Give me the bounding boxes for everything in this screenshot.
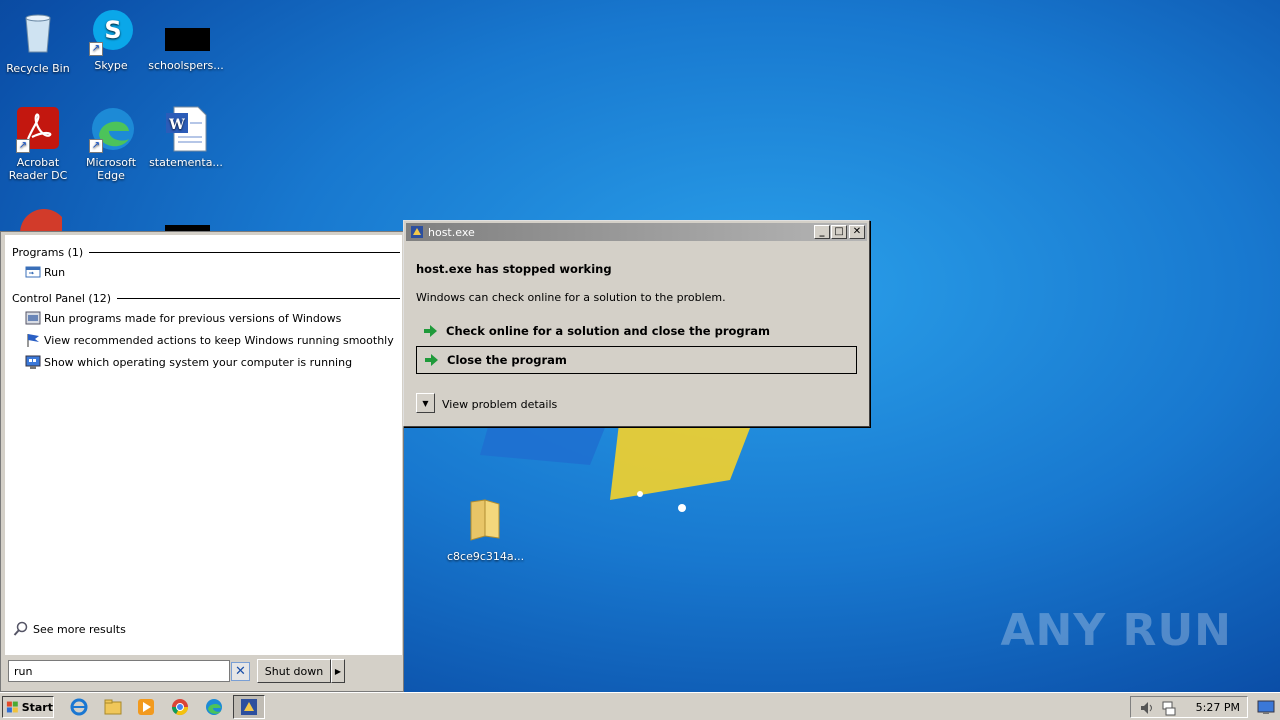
result-item-label: View recommended actions to keep Windows… [44,333,394,347]
green-arrow-icon [424,325,437,337]
group-header-label: Programs (1) [12,245,84,259]
option-label: Check online for a solution and close th… [446,324,771,338]
shutdown-label: Shut down [264,664,324,678]
start-menu: Programs (1) Run Control Panel (12) Run … [0,231,404,692]
action-center-flag-icon [27,334,39,347]
black-thumbnail-icon [162,8,210,56]
desktop-icon-label: Recycle Bin [6,62,70,75]
shutdown-options-arrow-icon[interactable]: ▶ [331,659,345,683]
desktop-icon-recycle-bin[interactable]: Recycle Bin [0,8,76,75]
acrobat-reader-icon: ↗ [14,105,62,153]
shortcut-arrow-icon: ↗ [16,139,30,153]
windows-flag-icon [6,701,18,713]
details-toggle-button[interactable]: ▼ [416,393,435,413]
svg-text:S: S [104,16,121,44]
volume-icon[interactable] [1139,700,1155,716]
svg-text:W: W [168,117,185,133]
close-program-option[interactable]: Close the program [416,346,857,374]
close-button[interactable]: ✕ [849,225,865,239]
search-results-pane: Programs (1) Run Control Panel (12) Run … [5,235,402,655]
clear-search-icon[interactable]: ✕ [231,662,250,681]
host-exe-taskbar-button[interactable] [233,695,265,719]
dialog-titlebar[interactable]: host.exe _ □ ✕ [406,223,867,241]
shortcut-arrow-icon: ↗ [89,139,103,153]
group-header-label: Control Panel (12) [12,291,112,305]
taskbar: Start 5:27 PM [0,692,1280,720]
see-more-label: See more results [33,622,126,636]
desktop-icon-schoolspers[interactable]: schoolspers... [148,8,224,72]
host-exe-taskbar-icon [241,699,257,715]
desktop-icon-edge[interactable]: ↗ Microsoft Edge [73,105,149,182]
media-player-icon[interactable] [136,697,156,717]
clock[interactable]: 5:27 PM [1196,701,1240,714]
desktop-icon-skype[interactable]: S ↗ Skype [73,8,149,72]
file-explorer-icon[interactable] [103,697,123,717]
desktop-icon-label: statementa... [149,156,223,169]
result-item-label: Show which operating system your compute… [44,355,353,369]
minimize-button[interactable]: _ [814,225,830,239]
desktop-icon-label: Skype [94,59,128,72]
error-dialog: host.exe _ □ ✕ host.exe has stopped work… [403,220,870,427]
action-center-icon[interactable] [1256,697,1276,717]
folder-icon [470,499,500,541]
divider [89,251,400,253]
skype-icon: S ↗ [87,8,135,56]
group-header-control-panel: Control Panel (12) [12,290,400,306]
option-label: Close the program [447,353,567,367]
start-label: Start [21,700,53,714]
desktop-icon-acrobat[interactable]: ↗ Acrobat Reader DC [0,105,76,182]
run-icon [25,266,41,278]
host-exe-icon [411,226,423,238]
divider [117,297,400,299]
search-icon [13,621,28,636]
result-item-action-center[interactable]: View recommended actions to keep Windows… [25,330,394,350]
word-document-icon: W [162,105,210,153]
green-arrow-icon [425,354,438,366]
view-details-label[interactable]: View problem details [442,398,557,411]
desktop-icon-label: Microsoft Edge [85,156,137,182]
desktop-icon-partial-2[interactable] [148,203,224,231]
maximize-button[interactable]: □ [831,225,847,239]
group-header-programs: Programs (1) [12,244,400,260]
partial-app-icon [20,209,68,231]
desktop-icon-partial-1[interactable] [0,203,76,231]
network-icon[interactable] [1161,700,1177,716]
system-info-icon [25,355,41,369]
check-online-option[interactable]: Check online for a solution and close th… [416,317,857,345]
desktop-icon-label: schoolspers... [148,59,224,72]
chevron-down-icon: ▼ [422,398,429,408]
dialog-message: Windows can check online for a solution … [416,291,726,304]
dialog-title: host.exe [428,225,475,239]
desktop-icon-folder[interactable]: c8ce9c314a... [447,496,525,563]
desktop-icon-statement[interactable]: W statementa... [148,105,224,169]
shutdown-button[interactable]: Shut down [257,659,331,683]
desktop-icon-label: c8ce9c314a... [447,550,525,563]
edge-icon: ↗ [87,105,135,153]
compatibility-icon [25,311,41,325]
start-search-input[interactable]: run [8,660,230,682]
result-item-label: Run [44,265,66,279]
chrome-icon[interactable] [170,697,190,717]
result-item-label: Run programs made for previous versions … [44,311,342,325]
result-item-system-info[interactable]: Show which operating system your compute… [25,352,352,372]
dialog-heading: host.exe has stopped working [416,262,612,276]
black-thumbnail-icon [162,203,210,231]
start-button[interactable]: Start [2,696,54,718]
result-item-compatibility[interactable]: Run programs made for previous versions … [25,308,341,328]
see-more-results-link[interactable]: See more results [13,621,126,637]
internet-explorer-icon[interactable] [69,697,89,717]
anyrun-watermark: ANY RUN [1000,605,1232,656]
desktop-icon-label: Acrobat Reader DC [8,156,68,182]
result-item-run[interactable]: Run [25,262,65,282]
shortcut-arrow-icon: ↗ [89,42,103,56]
edge-icon[interactable] [204,697,224,717]
recycle-bin-icon [25,14,51,53]
